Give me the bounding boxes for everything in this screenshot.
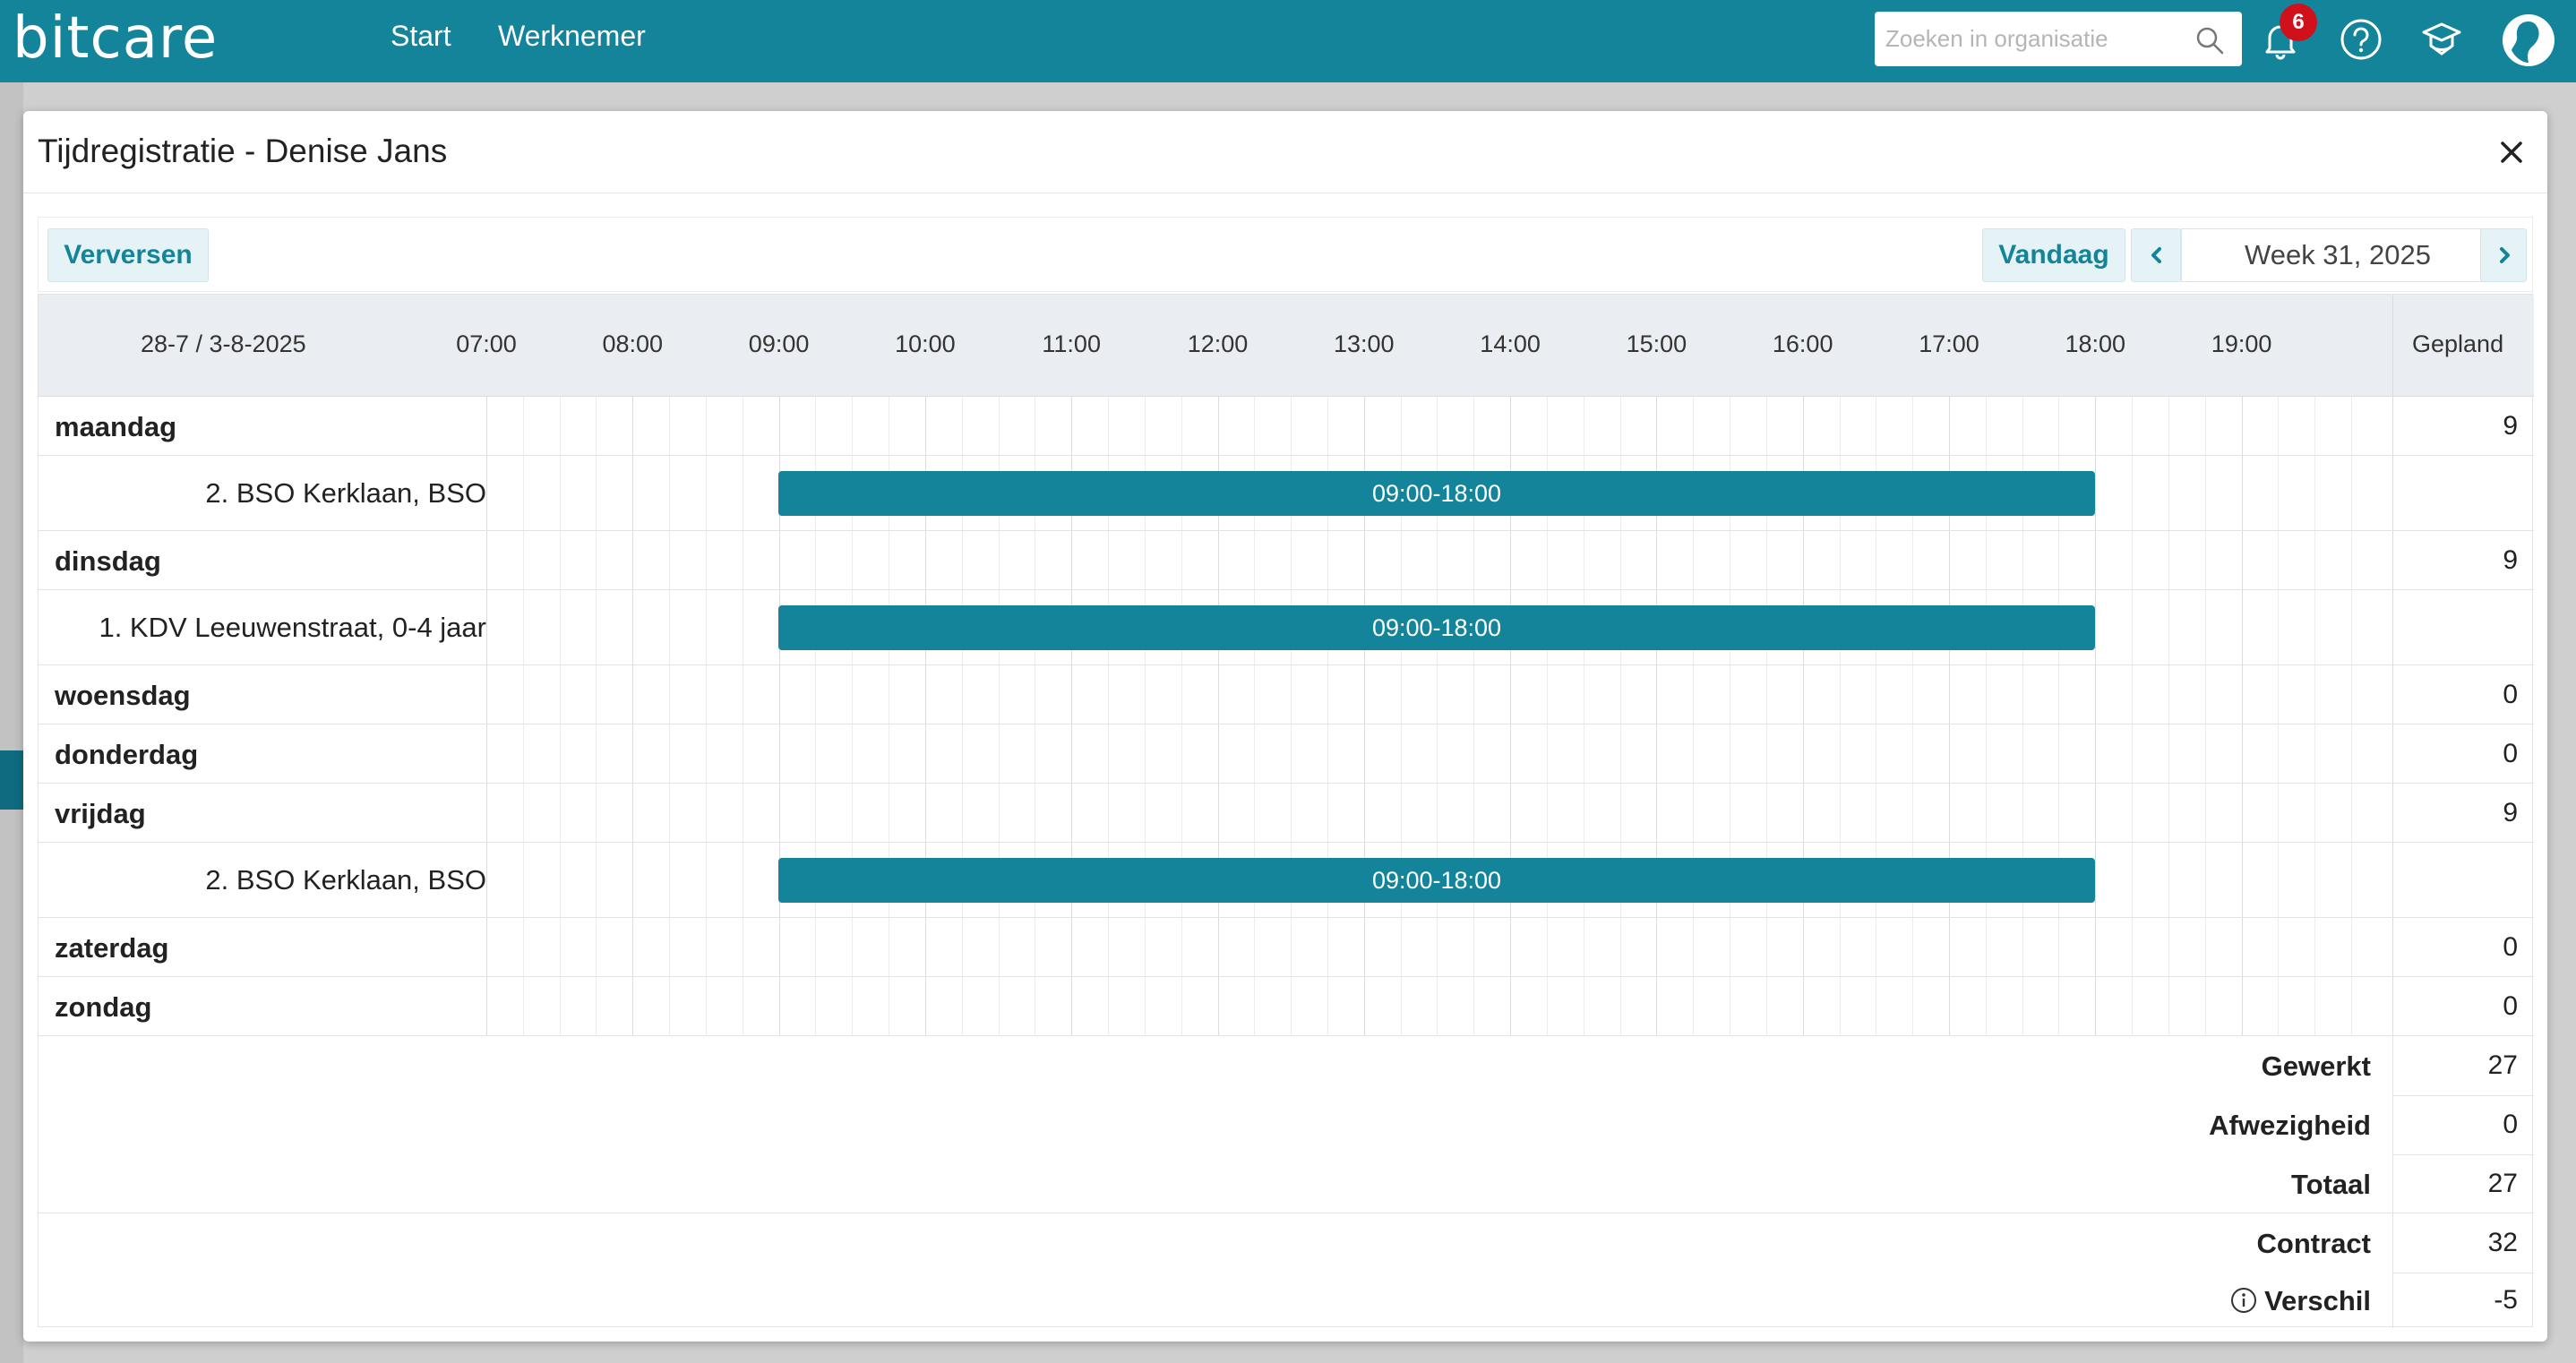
background-sidebar bbox=[0, 82, 23, 1363]
contract-value: 32 bbox=[2487, 1228, 2518, 1257]
difference-label-wrap: Verschil bbox=[2230, 1285, 2371, 1317]
day-row-zondag: zondag 0 bbox=[39, 977, 2534, 1036]
hour-label: 17:00 bbox=[1919, 330, 1979, 357]
top-navigation-bar: bitcare Start Werknemer 6 bbox=[0, 0, 2576, 82]
day-row-vrijdag: vrijdag 9 bbox=[39, 784, 2534, 843]
day-row-dinsdag: dinsdag 9 bbox=[39, 531, 2534, 590]
total-value: 27 bbox=[2487, 1169, 2518, 1198]
search-input[interactable] bbox=[1875, 12, 2242, 66]
bitcare-logo[interactable]: bitcare bbox=[13, 5, 218, 72]
difference-value: -5 bbox=[2494, 1285, 2518, 1315]
hour-label: 13:00 bbox=[1334, 330, 1395, 357]
day-name: zaterdag bbox=[55, 932, 169, 964]
day-row-zaterdag: zaterdag 0 bbox=[39, 918, 2534, 977]
day-name: vrijdag bbox=[55, 798, 146, 829]
planned-hours: 0 bbox=[2503, 680, 2518, 709]
week-display[interactable]: Week 31, 2025 bbox=[2181, 228, 2494, 282]
day-name: woensdag bbox=[55, 680, 191, 711]
chevron-left-icon bbox=[2151, 247, 2161, 263]
refresh-button[interactable]: Verversen bbox=[47, 228, 209, 282]
summary-difference: Verschil -5 bbox=[39, 1273, 2534, 1328]
info-icon[interactable] bbox=[2230, 1287, 2257, 1314]
planned-hours: 9 bbox=[2503, 411, 2518, 441]
toolbar: Verversen Vandaag Week 31, 2025 bbox=[38, 217, 2533, 292]
chevron-right-icon bbox=[2500, 247, 2510, 263]
hour-label: 12:00 bbox=[1187, 330, 1249, 357]
user-avatar-icon[interactable] bbox=[2501, 13, 2556, 68]
next-week-button[interactable] bbox=[2480, 228, 2527, 282]
previous-week-button[interactable] bbox=[2131, 228, 2181, 282]
search-icon[interactable] bbox=[2194, 25, 2225, 56]
hour-label: 07:00 bbox=[456, 330, 517, 357]
worked-value: 27 bbox=[2487, 1050, 2518, 1080]
day-row-woensdag: woensdag 0 bbox=[39, 665, 2534, 724]
planned-header: Gepland bbox=[2412, 330, 2504, 357]
location-row: 2. BSO Kerklaan, BSO 09:00-18:00 bbox=[39, 843, 2534, 918]
planned-hours: 0 bbox=[2503, 991, 2518, 1021]
day-name: donderdag bbox=[55, 739, 199, 770]
background-sidebar-selected bbox=[0, 750, 23, 810]
modal-title: Tijdregistratie - Denise Jans bbox=[38, 133, 448, 169]
shift-bar[interactable]: 09:00-18:00 bbox=[778, 471, 2095, 516]
location-name: 1. KDV Leeuwenstraat, 0-4 jaar bbox=[99, 612, 486, 643]
location-row: 1. KDV Leeuwenstraat, 0-4 jaar 09:00-18:… bbox=[39, 590, 2534, 665]
today-button[interactable]: Vandaag bbox=[1982, 228, 2125, 282]
location-name: 2. BSO Kerklaan, BSO bbox=[205, 477, 486, 509]
planned-hours: 0 bbox=[2503, 739, 2518, 768]
day-name: zondag bbox=[55, 991, 152, 1023]
nav-start[interactable]: Start bbox=[391, 20, 451, 53]
planned-hours: 9 bbox=[2503, 545, 2518, 575]
summary-total: Totaal 27 bbox=[39, 1154, 2534, 1213]
hour-label: 16:00 bbox=[1772, 330, 1833, 357]
date-range: 28-7 / 3-8-2025 bbox=[141, 330, 306, 357]
location-name: 2. BSO Kerklaan, BSO bbox=[205, 864, 486, 896]
hour-label: 19:00 bbox=[2211, 330, 2272, 357]
hour-label: 18:00 bbox=[2065, 330, 2126, 357]
shift-bar[interactable]: 09:00-18:00 bbox=[778, 858, 2095, 903]
nav-werknemer[interactable]: Werknemer bbox=[498, 20, 646, 53]
planned-hours: 0 bbox=[2503, 932, 2518, 962]
header-divider bbox=[2392, 295, 2393, 397]
graduation-cap-icon[interactable] bbox=[2418, 16, 2465, 63]
hour-label: 15:00 bbox=[1626, 330, 1687, 357]
summary-absence: Afwezigheid 0 bbox=[39, 1095, 2534, 1154]
difference-label: Verschil bbox=[2264, 1285, 2371, 1316]
shift-bar[interactable]: 09:00-18:00 bbox=[778, 605, 2095, 650]
day-row-donderdag: donderdag 0 bbox=[39, 724, 2534, 784]
time-registration-modal: Tijdregistratie - Denise Jans Verversen … bbox=[23, 111, 2547, 1342]
close-icon[interactable] bbox=[2494, 134, 2529, 170]
contract-label: Contract bbox=[2256, 1228, 2371, 1259]
notification-badge[interactable]: 6 bbox=[2280, 4, 2317, 41]
day-name: maandag bbox=[55, 411, 177, 442]
absence-value: 0 bbox=[2503, 1110, 2518, 1139]
summary-worked: Gewerkt 27 bbox=[39, 1036, 2534, 1095]
modal-header: Tijdregistratie - Denise Jans bbox=[23, 111, 2547, 193]
location-row: 2. BSO Kerklaan, BSO 09:00-18:00 bbox=[39, 456, 2534, 531]
week-schedule-grid: 28-7 / 3-8-2025 07:00 08:00 09:00 10:00 11:0… bbox=[38, 294, 2534, 1328]
hour-label: 10:00 bbox=[895, 330, 956, 357]
summary-contract: Contract 32 bbox=[39, 1213, 2534, 1273]
day-name: dinsdag bbox=[55, 545, 161, 577]
planned-hours: 9 bbox=[2503, 798, 2518, 827]
day-row-maandag: maandag 9 bbox=[39, 397, 2534, 456]
hour-label: 11:00 bbox=[1042, 330, 1101, 357]
absence-label: Afwezigheid bbox=[2209, 1110, 2371, 1141]
help-icon[interactable] bbox=[2338, 16, 2384, 63]
hour-label: 08:00 bbox=[602, 330, 664, 357]
total-label: Totaal bbox=[2291, 1169, 2371, 1200]
grid-header: 28-7 / 3-8-2025 07:00 08:00 09:00 10:00 11:0… bbox=[39, 295, 2534, 397]
hour-label: 09:00 bbox=[748, 330, 810, 357]
hour-label: 14:00 bbox=[1480, 330, 1541, 357]
worked-label: Gewerkt bbox=[2261, 1050, 2371, 1082]
